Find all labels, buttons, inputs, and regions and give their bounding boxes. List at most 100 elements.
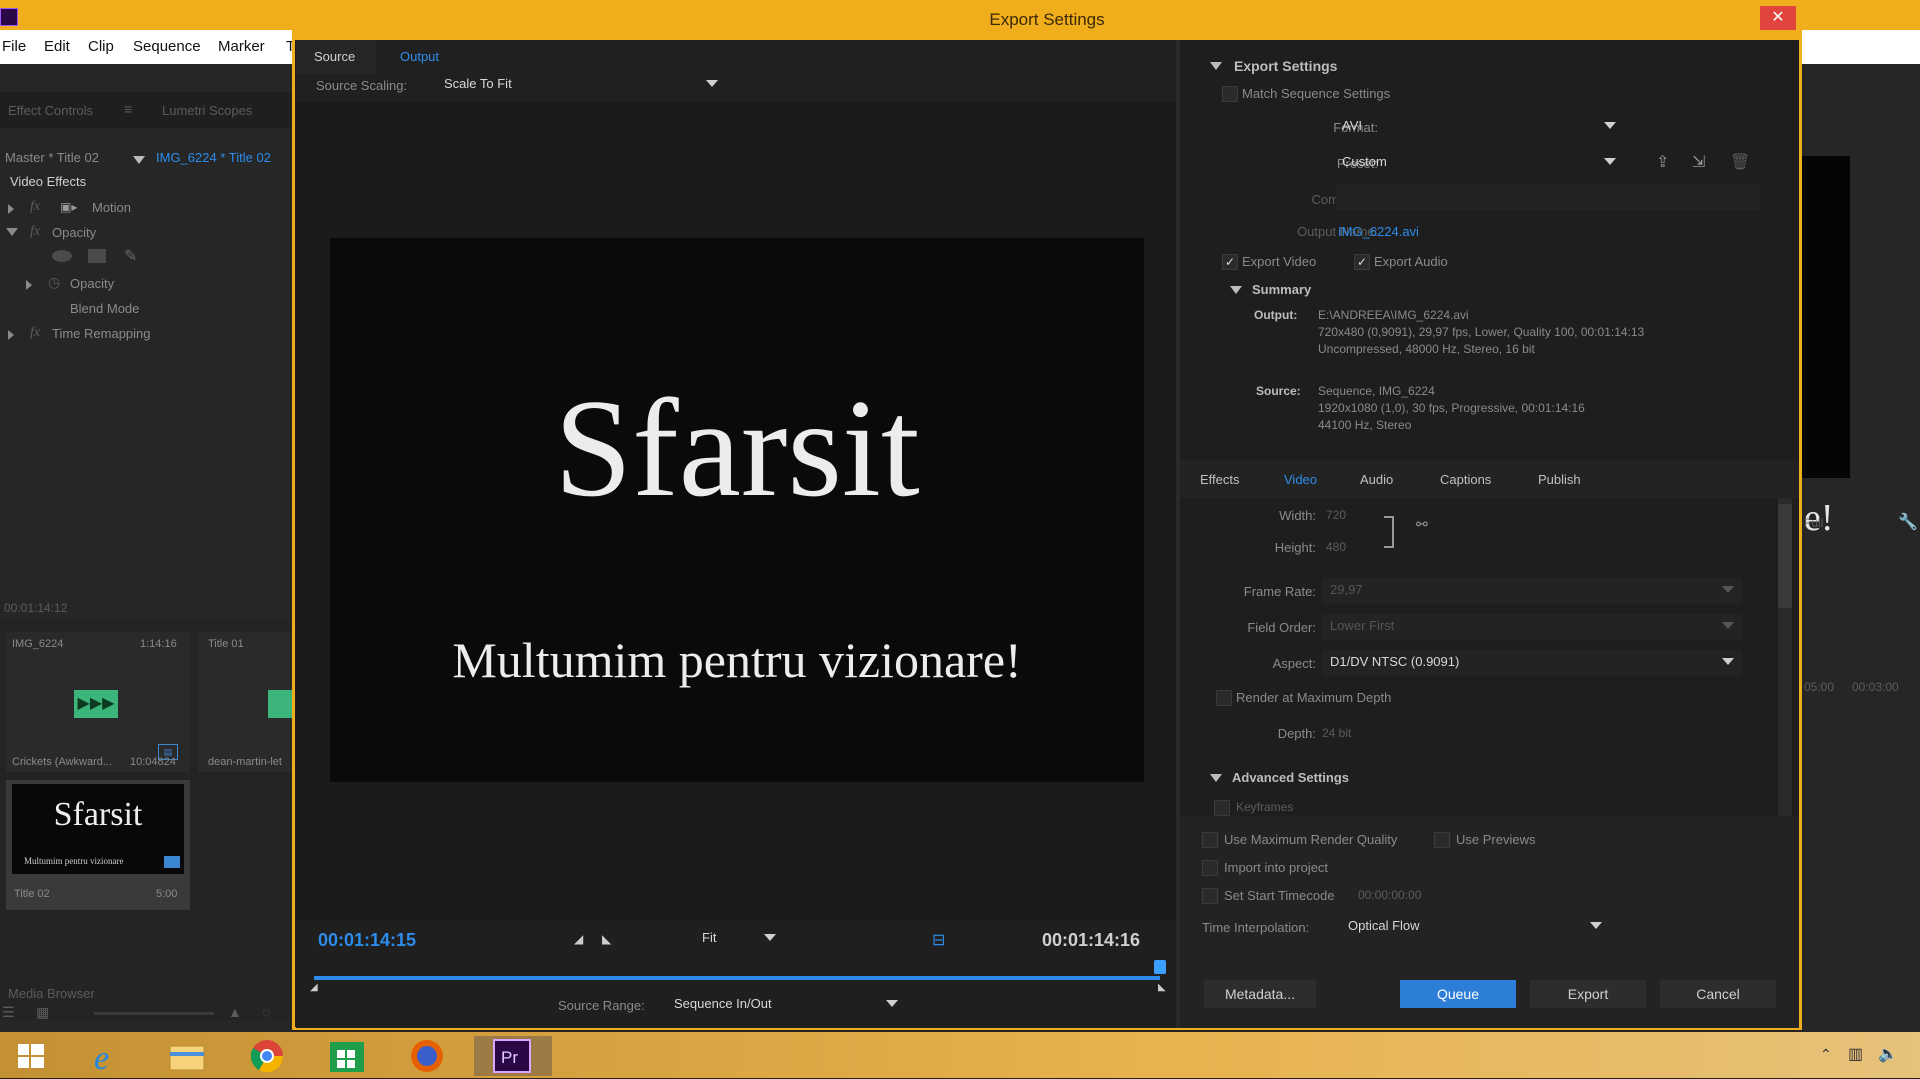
settings-scrollbar[interactable] xyxy=(1778,498,1792,816)
chrome-icon[interactable] xyxy=(240,1036,294,1076)
premiere-taskbar-icon[interactable]: Pr xyxy=(474,1036,552,1076)
network-icon[interactable]: ▥ xyxy=(1848,1044,1863,1064)
field-order-label: Field Order: xyxy=(1247,620,1316,635)
set-start-timecode-checkbox[interactable] xyxy=(1202,888,1218,904)
list-view-icon[interactable]: ☰ xyxy=(2,1004,15,1021)
chevron-down-icon xyxy=(1722,586,1734,593)
aspect-correction-icon[interactable]: ⊟ xyxy=(932,930,945,950)
sequence-clip-link[interactable]: IMG_6224 * Title 02 xyxy=(156,150,271,165)
set-in-point-icon[interactable]: ◢ xyxy=(574,932,583,946)
project-item[interactable]: IMG_6224 1:14:16 ▶▶▶ ▤ Crickets (Awkward… xyxy=(6,632,190,772)
export-audio-checkbox[interactable]: ✓ xyxy=(1354,254,1370,270)
source-range-dropdown[interactable]: Sequence In/Out xyxy=(666,992,906,1018)
source-scaling-dropdown[interactable]: Scale To Fit xyxy=(436,72,726,98)
format-dropdown[interactable]: AVI xyxy=(1334,114,1624,140)
expand-motion-icon[interactable] xyxy=(8,204,14,214)
menu-sequence[interactable]: Sequence xyxy=(133,38,201,55)
comments-input[interactable] xyxy=(1336,184,1760,210)
program-zoom-dropdown[interactable]: Full xyxy=(1804,516,1823,530)
project-item-selected[interactable]: Sfarsit Multumim pentru vizionare Title … xyxy=(6,780,190,910)
tab-source[interactable]: Source xyxy=(296,40,376,74)
queue-button[interactable]: Queue xyxy=(1400,980,1516,1008)
metadata-button[interactable]: Metadata... xyxy=(1204,980,1316,1008)
master-clip-label[interactable]: Master * Title 02 xyxy=(5,150,99,165)
use-previews-checkbox[interactable] xyxy=(1434,832,1450,848)
height-value[interactable]: 480 xyxy=(1326,540,1346,554)
collapse-opacity-icon[interactable] xyxy=(6,228,18,236)
volume-icon[interactable]: 🔈 xyxy=(1878,1044,1898,1064)
field-order-dropdown[interactable]: Lower First xyxy=(1322,614,1742,640)
menu-edit[interactable]: Edit xyxy=(44,38,70,55)
effect-time-remapping[interactable]: Time Remapping xyxy=(52,326,151,341)
export-button[interactable]: Export xyxy=(1530,980,1646,1008)
zoom-dropdown[interactable]: Fit xyxy=(694,926,784,952)
playhead-handle[interactable] xyxy=(1154,960,1166,974)
pen-mask-icon[interactable]: ✎ xyxy=(124,246,137,266)
stopwatch-icon[interactable]: ◷ xyxy=(48,274,60,291)
master-dropdown-icon[interactable] xyxy=(133,156,145,164)
frame-rate-dropdown[interactable]: 29,97 xyxy=(1322,578,1742,604)
tab-captions[interactable]: Captions xyxy=(1440,472,1491,487)
effect-motion[interactable]: Motion xyxy=(92,200,131,215)
tab-publish[interactable]: Publish xyxy=(1538,472,1581,487)
in-point-marker-icon[interactable]: ◢ xyxy=(310,982,318,993)
preset-dropdown[interactable]: Custom xyxy=(1334,150,1624,176)
tab-output[interactable]: Output xyxy=(400,49,439,64)
firefox-icon[interactable] xyxy=(400,1036,454,1076)
import-preset-icon[interactable]: ⇲ xyxy=(1692,152,1705,172)
scrollbar-thumb[interactable] xyxy=(1778,504,1792,608)
current-timecode[interactable]: 00:01:14:15 xyxy=(318,930,416,951)
tab-lumetri-scopes[interactable]: Lumetri Scopes xyxy=(162,103,252,118)
save-preset-icon[interactable]: ⇪ xyxy=(1656,152,1669,172)
rectangle-mask-icon[interactable] xyxy=(88,249,106,263)
sort-icon[interactable]: ▲ xyxy=(228,1004,242,1020)
delete-preset-icon[interactable]: 🗑 xyxy=(1730,152,1750,172)
windows-start-icon[interactable] xyxy=(4,1036,58,1076)
zoom-value: Fit xyxy=(702,930,717,945)
collapse-export-settings-icon[interactable] xyxy=(1210,62,1222,70)
output-name-link[interactable]: IMG_6224.avi xyxy=(1338,224,1419,239)
internet-explorer-icon[interactable]: e xyxy=(80,1036,134,1077)
set-out-point-icon[interactable]: ◣ xyxy=(602,932,611,946)
export-video-checkbox[interactable]: ✓ xyxy=(1222,254,1238,270)
project-item[interactable]: Title 01 dean-martin-let xyxy=(198,632,292,772)
automate-icon[interactable]: ◌ xyxy=(262,1004,270,1020)
windows-store-icon[interactable] xyxy=(320,1036,374,1076)
out-point-marker-icon[interactable]: ◣ xyxy=(1158,982,1166,993)
effect-opacity[interactable]: Opacity xyxy=(52,225,96,240)
keyframes-checkbox[interactable] xyxy=(1214,800,1230,816)
chain-link-icon[interactable]: ⚯ xyxy=(1416,516,1428,533)
tray-expand-icon[interactable]: ⌃ xyxy=(1820,1046,1832,1063)
menu-marker[interactable]: Marker xyxy=(218,38,265,55)
collapse-advanced-icon[interactable] xyxy=(1210,774,1222,782)
time-interpolation-dropdown[interactable]: Optical Flow xyxy=(1340,914,1610,940)
width-value[interactable]: 720 xyxy=(1326,508,1346,522)
aspect-dropdown[interactable]: D1/DV NTSC (0.9091) xyxy=(1322,650,1742,676)
menu-file[interactable]: File xyxy=(2,38,26,55)
tab-effect-controls[interactable]: Effect Controls xyxy=(8,103,93,118)
render-max-depth-checkbox[interactable] xyxy=(1216,690,1232,706)
zoom-slider[interactable] xyxy=(94,1012,214,1015)
time-ruler-track[interactable] xyxy=(314,976,1160,980)
ellipse-mask-icon[interactable] xyxy=(52,250,72,262)
cancel-button[interactable]: Cancel xyxy=(1660,980,1776,1008)
expand-opacity-value-icon[interactable] xyxy=(26,280,32,290)
panel-menu-icon[interactable]: ≡ xyxy=(124,101,132,117)
media-browser-tab[interactable]: Media Browser xyxy=(8,986,95,1001)
close-button[interactable]: ✕ xyxy=(1760,6,1796,30)
import-project-checkbox[interactable] xyxy=(1202,860,1218,876)
icon-view-icon[interactable]: ▦ xyxy=(36,1004,49,1021)
max-render-quality-checkbox[interactable] xyxy=(1202,832,1218,848)
wrench-icon[interactable]: 🔧 xyxy=(1898,512,1918,532)
expand-time-remapping-icon[interactable] xyxy=(8,330,14,340)
tab-audio[interactable]: Audio xyxy=(1360,472,1393,487)
start-timecode-value[interactable]: 00:00:00:00 xyxy=(1358,888,1421,902)
tab-video[interactable]: Video xyxy=(1284,472,1317,487)
tab-effects[interactable]: Effects xyxy=(1200,472,1240,487)
right-background-panel: e! Full 🔧 05:00 00:03:00 xyxy=(1802,64,1920,1032)
export-settings-panel: Export Settings Match Sequence Settings … xyxy=(1180,40,1799,460)
file-explorer-icon[interactable] xyxy=(160,1036,214,1076)
menu-clip[interactable]: Clip xyxy=(88,38,114,55)
match-sequence-checkbox[interactable] xyxy=(1222,86,1238,102)
collapse-summary-icon[interactable] xyxy=(1230,286,1242,294)
